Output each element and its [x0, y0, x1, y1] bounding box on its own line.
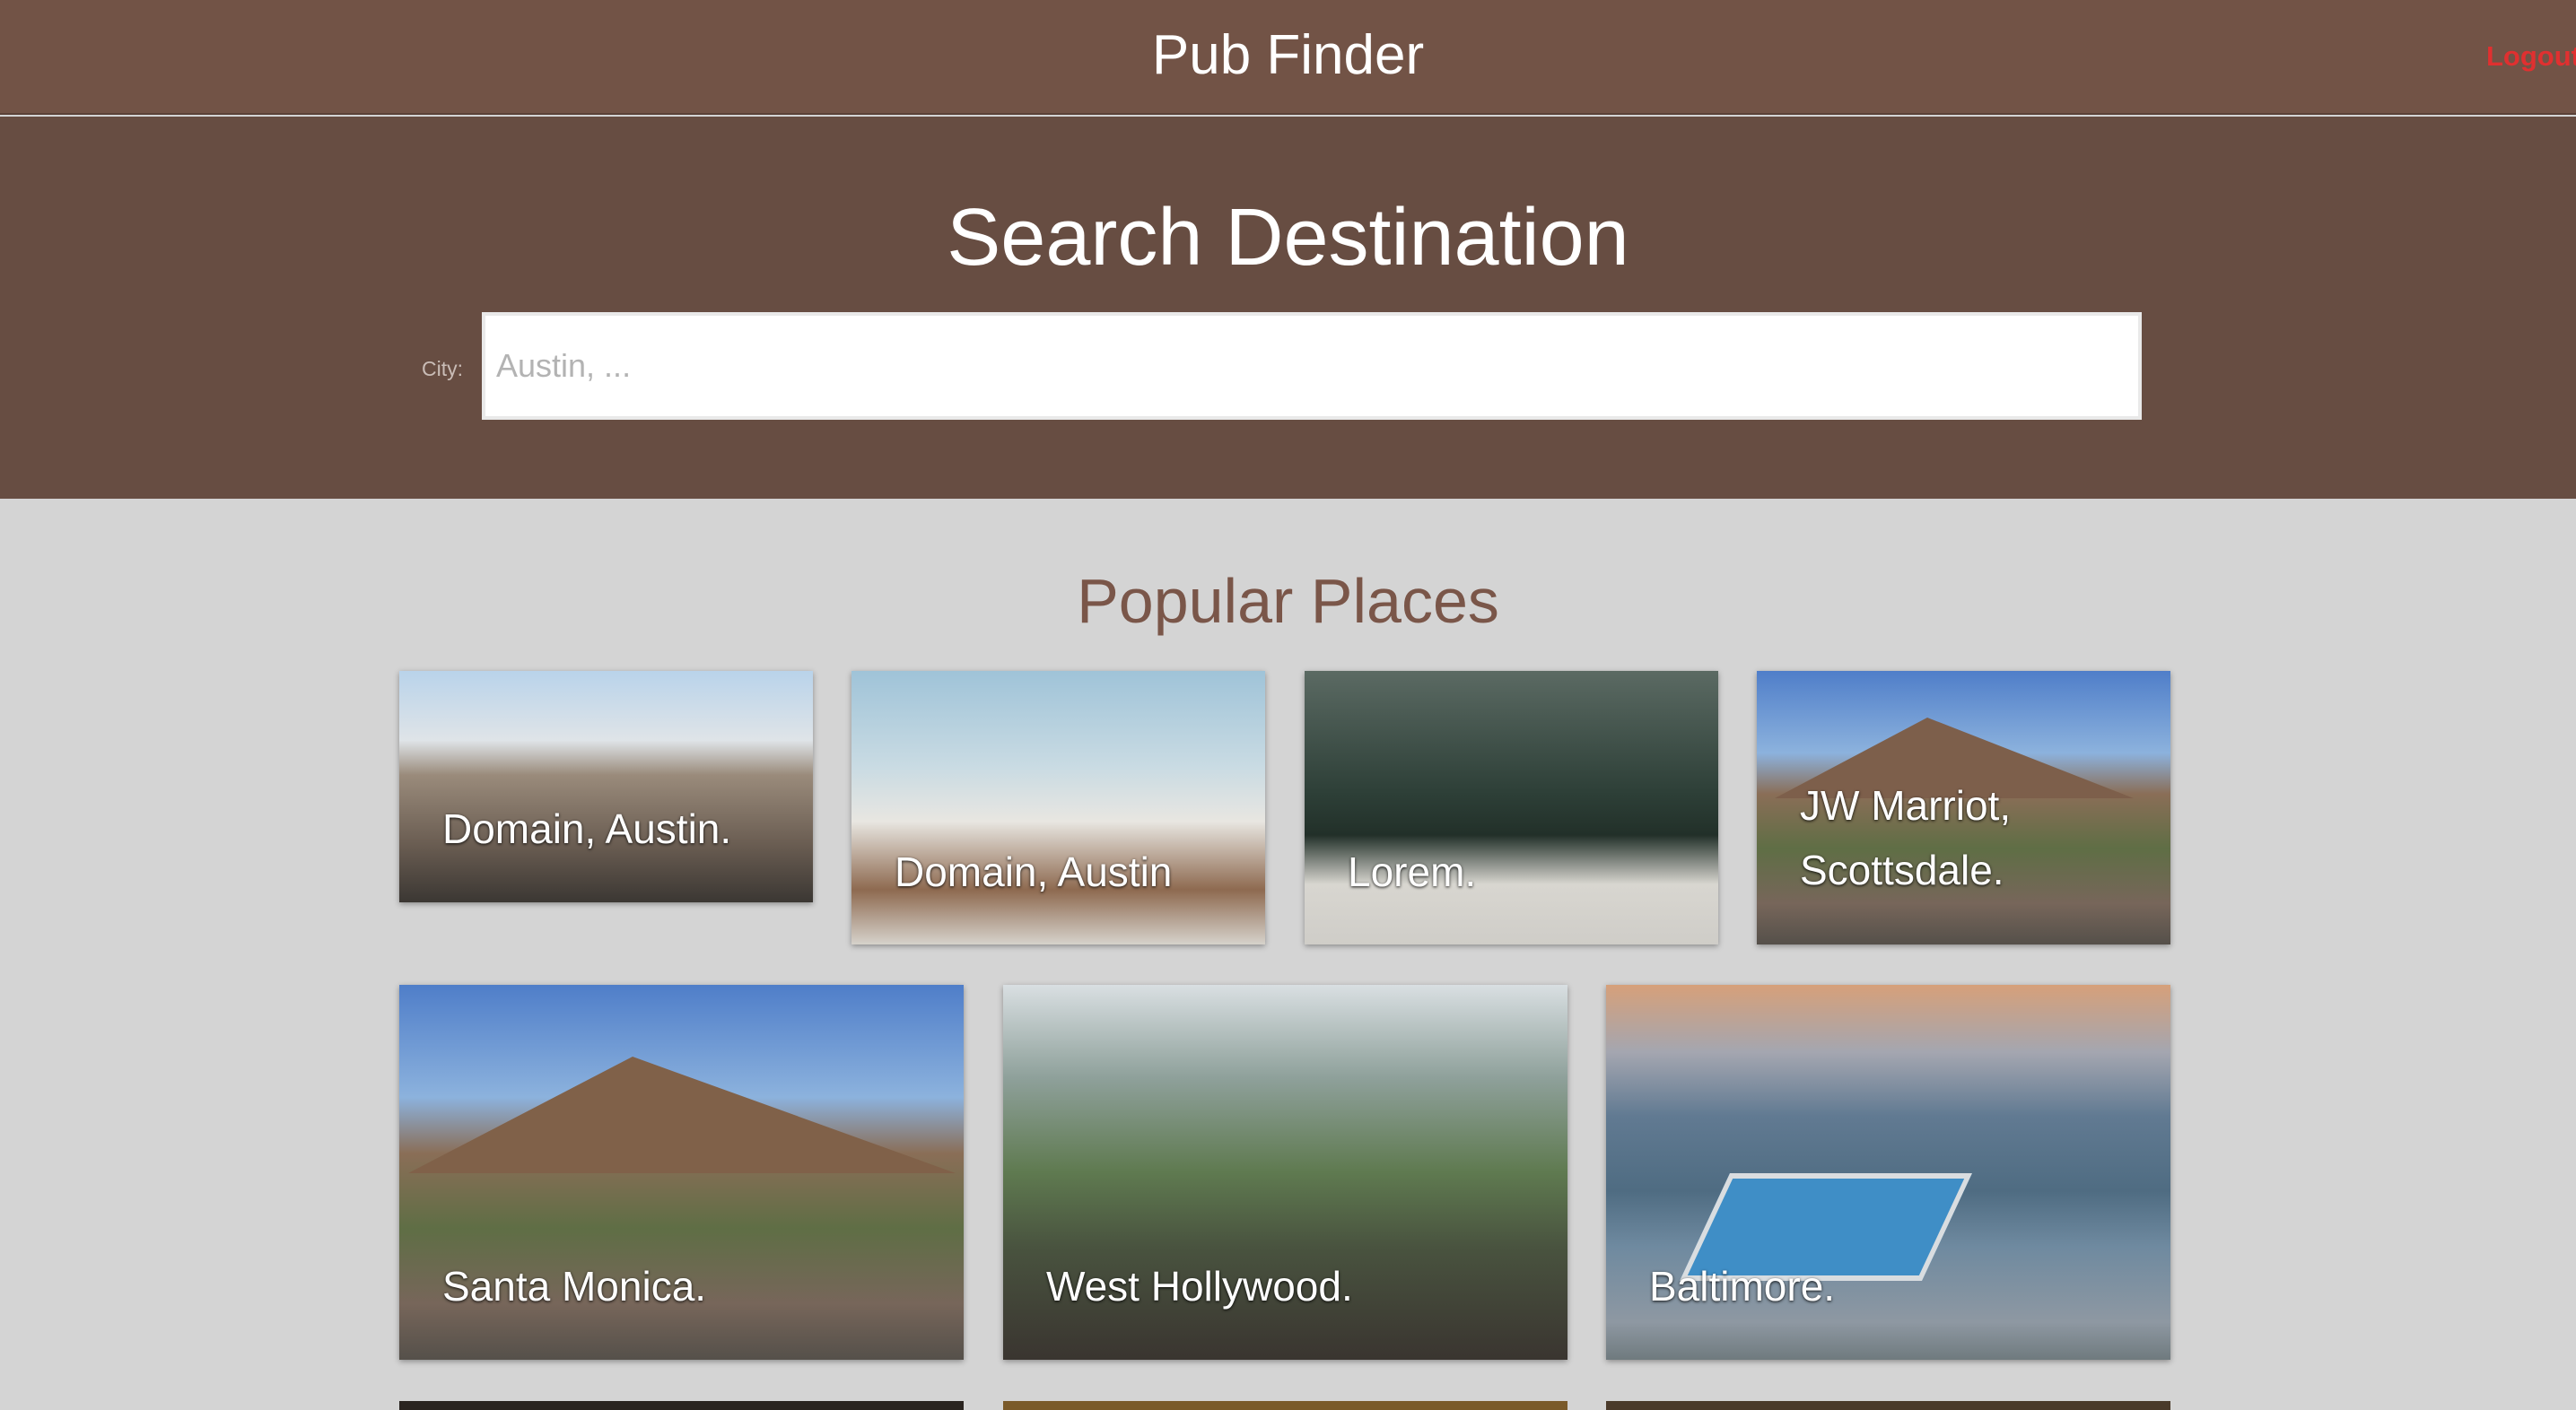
- place-card-label: Domain, Austin.: [442, 805, 732, 852]
- place-card-jw-marriot[interactable]: JW Marriot, Scottsdale.: [1757, 671, 2170, 944]
- app-title: Pub Finder: [1151, 24, 1425, 86]
- mountain-shape: [408, 1057, 956, 1173]
- place-card-west-hollywood[interactable]: West Hollywood.: [1003, 985, 1567, 1360]
- place-card-label: West Hollywood.: [1046, 1263, 1353, 1310]
- search-hero: Search Destination City:: [0, 117, 2576, 499]
- place-card-row3-1[interactable]: [399, 1401, 964, 1410]
- place-card-label: Baltimore.: [1649, 1263, 1836, 1310]
- place-card-santa-monica[interactable]: Santa Monica.: [399, 985, 964, 1360]
- place-card-lorem[interactable]: Lorem.: [1305, 671, 1718, 944]
- place-photo: [399, 671, 813, 902]
- place-card-label: Santa Monica.: [442, 1263, 707, 1310]
- place-card-row3-3[interactable]: [1606, 1401, 2170, 1410]
- place-card-baltimore[interactable]: Baltimore.: [1606, 985, 2170, 1360]
- city-search-input[interactable]: [482, 312, 2142, 420]
- city-label: City:: [422, 357, 463, 380]
- popular-places-title: Popular Places: [1077, 566, 1499, 636]
- place-card-domain-austin-1[interactable]: Domain, Austin.: [399, 671, 813, 902]
- place-card-label: Lorem.: [1348, 849, 1477, 895]
- place-card-domain-austin-2[interactable]: Domain, Austin: [851, 671, 1265, 944]
- search-title: Search Destination: [947, 193, 1629, 283]
- navbar: Pub Finder Logout: [0, 0, 2576, 115]
- logout-link[interactable]: Logout: [2486, 36, 2576, 77]
- place-card-label: JW Marriot, Scottsdale.: [1800, 782, 2012, 893]
- place-card-row3-2[interactable]: [1003, 1401, 1567, 1410]
- place-card-label: Domain, Austin: [895, 849, 1173, 895]
